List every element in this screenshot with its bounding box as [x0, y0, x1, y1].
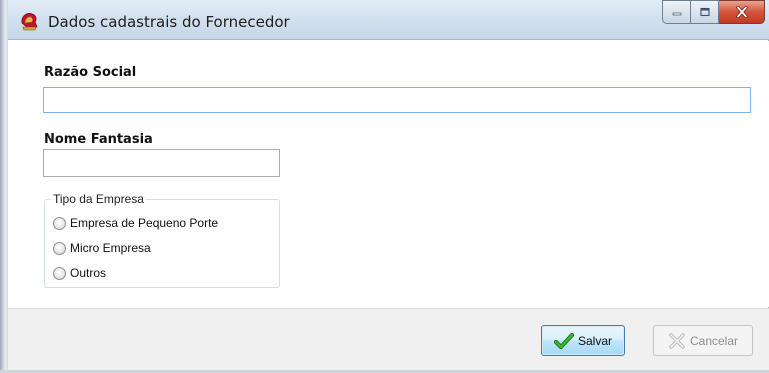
close-button[interactable] [719, 0, 765, 24]
window-controls [662, 0, 765, 24]
tipo-empresa-group: Tipo da Empresa Empresa de Pequeno Porte… [44, 192, 280, 288]
save-button[interactable]: Salvar [541, 325, 625, 356]
radio-option-pequeno-porte[interactable]: Empresa de Pequeno Porte [53, 216, 218, 230]
cancel-button[interactable]: Cancelar [653, 325, 753, 356]
button-bar: Salvar Cancelar [8, 308, 769, 373]
title-bar[interactable]: Dados cadastrais do Fornecedor [8, 0, 769, 40]
tipo-empresa-label: Tipo da Empresa [51, 192, 146, 206]
minimize-button[interactable] [662, 0, 691, 24]
radio-label: Micro Empresa [70, 241, 151, 255]
background-window-edge [0, 0, 8, 373]
supplier-dialog: Dados cadastrais do Fornecedor Razão Soc… [8, 0, 769, 373]
nome-fantasia-input[interactable] [43, 149, 280, 177]
maximize-icon [699, 7, 710, 17]
close-icon [735, 6, 748, 18]
checkmark-icon [553, 332, 574, 349]
nome-fantasia-label: Nome Fantasia [44, 132, 153, 147]
radio-button[interactable] [53, 241, 66, 255]
razao-social-input[interactable] [43, 87, 751, 113]
radio-label: Empresa de Pequeno Porte [70, 216, 219, 230]
razao-social-label: Razão Social [44, 65, 137, 80]
cancel-label: Cancelar [689, 333, 739, 348]
form-area: Razão Social Nome Fantasia Tipo da Empre… [8, 41, 769, 307]
minimize-icon [672, 12, 681, 16]
radio-button[interactable] [53, 266, 66, 280]
x-icon [669, 332, 685, 349]
radio-option-outros[interactable]: Outros [53, 266, 106, 280]
save-label: Salvar [577, 333, 612, 348]
radio-button[interactable] [53, 216, 66, 230]
radio-option-micro-empresa[interactable]: Micro Empresa [53, 241, 151, 255]
window-title: Dados cadastrais do Fornecedor [48, 13, 290, 31]
maximize-button[interactable] [691, 0, 719, 24]
app-helmet-icon [21, 13, 38, 31]
radio-label: Outros [70, 266, 107, 280]
